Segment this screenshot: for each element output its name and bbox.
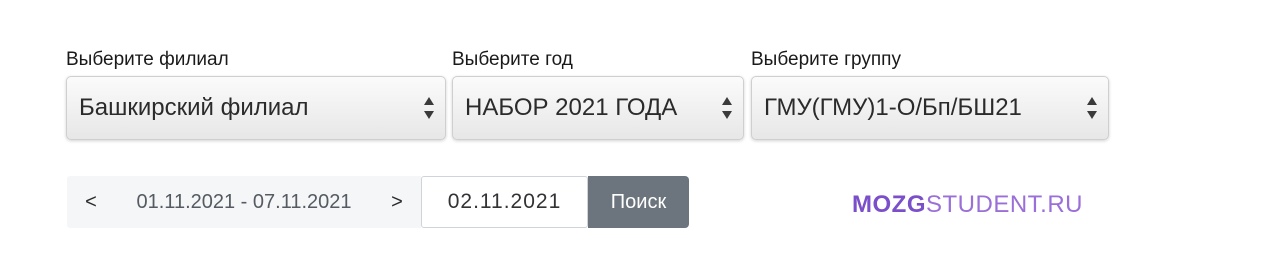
up-down-chevron-icon — [721, 95, 733, 121]
up-down-chevron-icon — [423, 95, 435, 121]
branch-selected-value: Башкирский филиал — [79, 94, 309, 121]
branch-select[interactable]: Башкирский филиал — [66, 76, 446, 140]
group-selected-value: ГМУ(ГМУ)1-О/Бп/БШ21 — [764, 94, 1022, 121]
year-selected-value: НАБОР 2021 ГОДА — [465, 94, 678, 121]
year-select[interactable]: НАБОР 2021 ГОДА — [452, 76, 744, 140]
schedule-filter-panel: Выберите филиал Башкирский филиал Выбери… — [0, 0, 1280, 256]
year-field: Выберите год НАБОР 2021 ГОДА — [452, 48, 744, 140]
search-button[interactable]: Поиск — [588, 176, 689, 228]
branch-label: Выберите филиал — [66, 49, 229, 70]
year-label: Выберите год — [452, 49, 573, 70]
group-field: Выберите группу ГМУ(ГМУ)1-О/Бп/БШ21 — [751, 48, 1109, 140]
site-watermark-logo: MOZGSTUDENT.RU — [852, 191, 1083, 219]
date-input[interactable] — [421, 176, 588, 228]
week-range-text: 01.11.2021 - 07.11.2021 — [136, 190, 352, 213]
next-week-button[interactable]: > — [373, 176, 421, 228]
prev-week-button[interactable]: < — [67, 176, 115, 228]
week-range-bar: < 01.11.2021 - 07.11.2021 > — [67, 176, 421, 228]
branch-field: Выберите филиал Башкирский филиал — [66, 48, 446, 140]
up-down-chevron-icon — [1086, 95, 1098, 121]
group-select[interactable]: ГМУ(ГМУ)1-О/Бп/БШ21 — [751, 76, 1109, 140]
group-label: Выберите группу — [751, 49, 901, 70]
watermark-light-text: STUDENT.RU — [926, 191, 1084, 218]
watermark-bold-text: MOZG — [852, 191, 926, 218]
week-navigation: < 01.11.2021 - 07.11.2021 > Поиск — [67, 176, 689, 228]
